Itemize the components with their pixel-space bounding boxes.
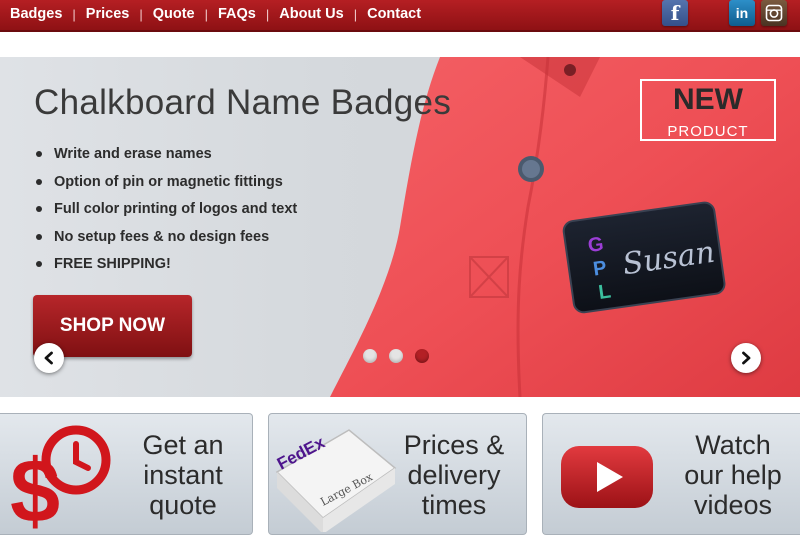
badge-logo-letter: G (586, 233, 604, 257)
panel-line: times (421, 490, 487, 520)
hero-title: Chalkboard Name Badges (34, 83, 452, 122)
slider-dot-3-active[interactable] (415, 349, 429, 363)
panel-line: delivery (407, 460, 501, 490)
nav-separator: | (72, 6, 76, 22)
nav-contact[interactable]: Contact (367, 6, 421, 22)
panel-line: Watch (695, 430, 771, 460)
prices-delivery-panel[interactable]: FedEx Large Box Prices & delivery times (268, 413, 527, 535)
slider-dot-1[interactable] (363, 349, 377, 363)
feature-list: Write and erase names Option of pin or m… (34, 143, 297, 281)
panel-line: instant (143, 460, 223, 490)
panel-line: Prices & (403, 430, 505, 460)
chevron-left-icon (44, 351, 53, 365)
panel-line: our help (684, 460, 782, 490)
instant-quote-panel[interactable]: $ Get an instant quote (0, 413, 253, 535)
linkedin-icon[interactable]: in (729, 0, 755, 26)
nav-separator: | (139, 6, 143, 22)
new-product-badge: NEW PRODUCT (640, 79, 776, 141)
panel-text: Watch our help videos (653, 430, 800, 520)
feature-item: Write and erase names (34, 143, 297, 171)
panel-line: videos (693, 490, 773, 520)
nav-faqs[interactable]: FAQs (218, 6, 256, 22)
feature-item: Option of pin or magnetic fittings (34, 171, 297, 199)
nav-links: Badges | Prices | Quote | FAQs | About U… (10, 0, 421, 28)
nav-badges[interactable]: Badges (10, 6, 62, 22)
help-videos-panel[interactable]: Watch our help videos (542, 413, 800, 535)
hero-slider: G P L Susan Chalkboard Name Badges Write… (0, 57, 800, 397)
nav-separator: | (204, 6, 208, 22)
facebook-icon[interactable]: f (662, 0, 688, 26)
slider-next-button[interactable] (731, 343, 761, 373)
chevron-right-icon (742, 351, 751, 365)
feature-item: FREE SHIPPING! (34, 253, 297, 281)
feature-item: Full color printing of logos and text (34, 198, 297, 226)
slider-dot-2[interactable] (389, 349, 403, 363)
product-label: PRODUCT (667, 123, 749, 140)
dollar-clock-icon: $ (10, 425, 111, 532)
panel-text: Prices & delivery times (389, 430, 519, 520)
panel-line: Get an (142, 430, 224, 460)
fedex-box-icon: FedEx Large Box (274, 429, 397, 532)
nav-quote[interactable]: Quote (153, 6, 195, 22)
instagram-glyph (765, 4, 783, 22)
nav-about-us[interactable]: About Us (279, 6, 343, 22)
nav-separator: | (353, 6, 358, 22)
svg-text:$: $ (10, 442, 60, 532)
new-label: NEW (673, 83, 743, 116)
panel-line: quote (149, 490, 217, 520)
panel-text: Get an instant quote (118, 430, 248, 520)
feature-item: No setup fees & no design fees (34, 226, 297, 254)
nav-prices[interactable]: Prices (86, 6, 130, 22)
nav-separator: | (265, 6, 270, 22)
instagram-icon[interactable] (761, 0, 787, 26)
slider-prev-button[interactable] (34, 343, 64, 373)
play-video-icon (561, 446, 653, 508)
top-nav-bar: Badges | Prices | Quote | FAQs | About U… (0, 0, 800, 32)
